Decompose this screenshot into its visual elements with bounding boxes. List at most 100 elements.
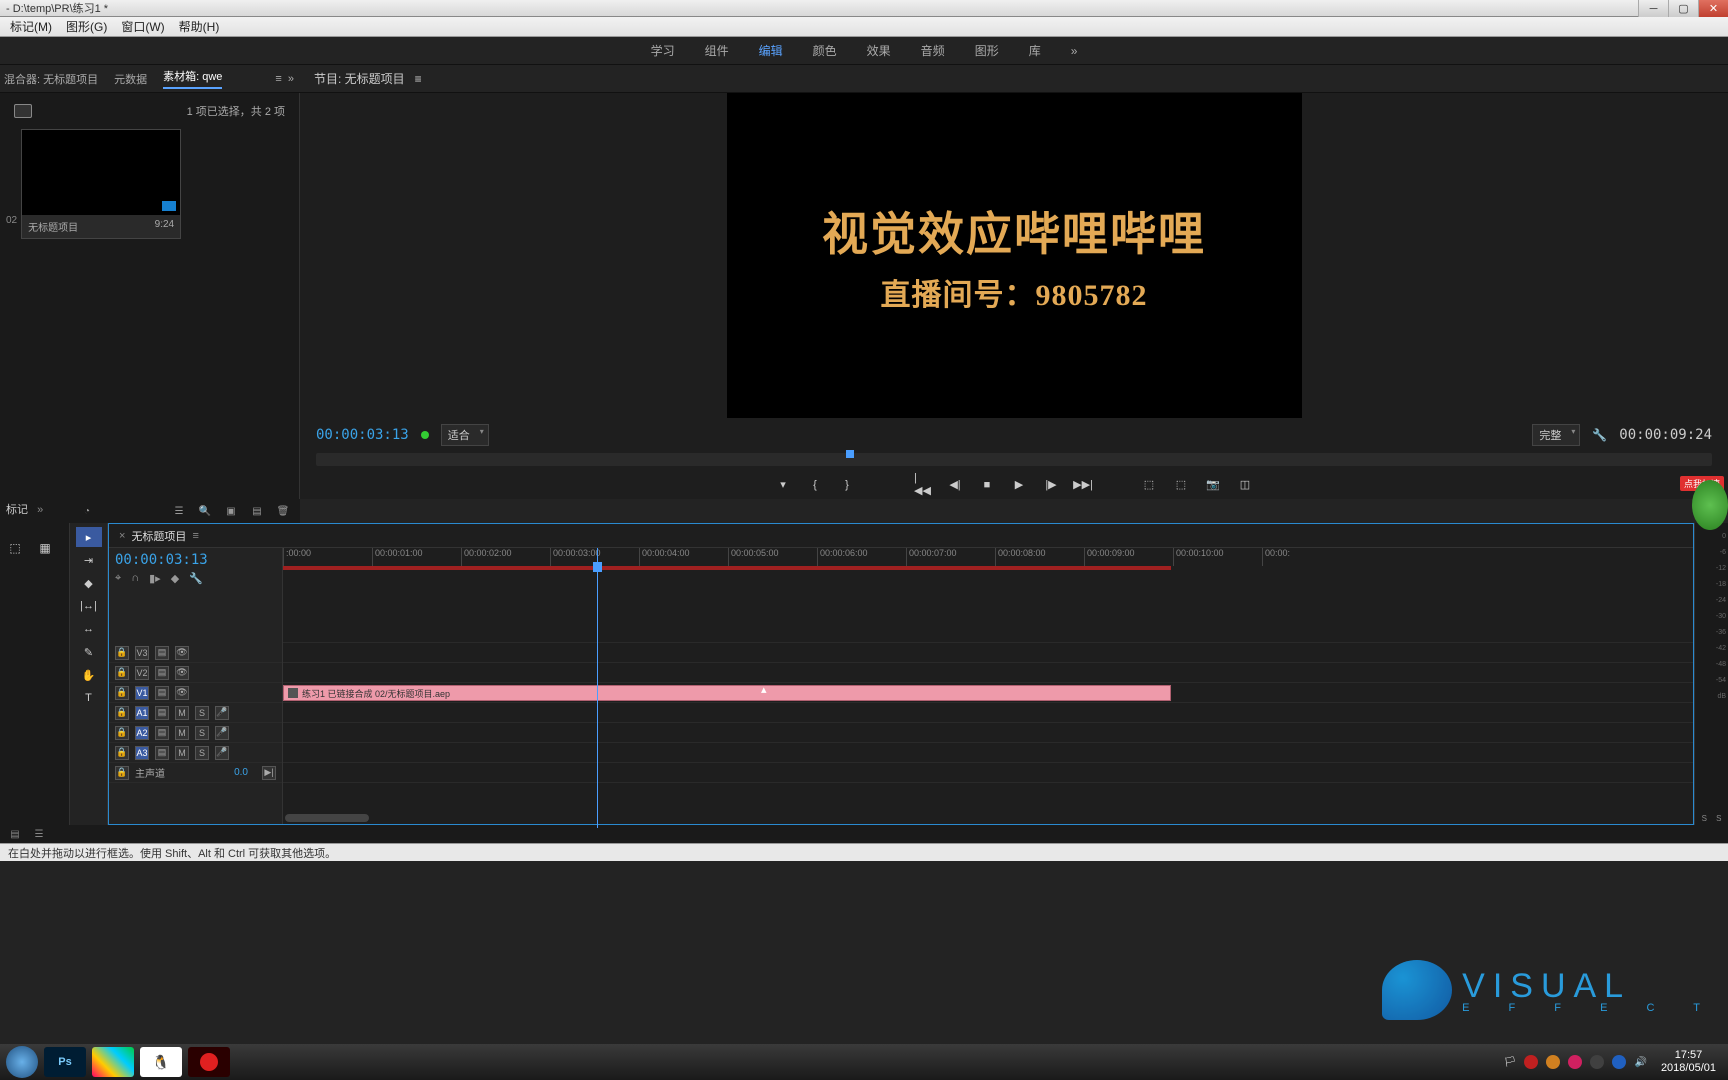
voiceover-icon[interactable]: 🎤 [215, 746, 229, 760]
sync-lock-icon[interactable]: ▤ [155, 706, 169, 720]
track-v3[interactable] [283, 643, 1693, 663]
toggle-output-icon[interactable]: 👁 [175, 646, 189, 660]
track-master[interactable] [283, 763, 1693, 783]
system-tray[interactable]: 🏳 🔊 17:57 2018/05/01 [1504, 1049, 1722, 1075]
tab-markers[interactable]: 标记 [6, 504, 28, 516]
ws-tab-graphics[interactable]: 图形 [975, 42, 999, 59]
track-v1[interactable]: 练习1 已链接合成 02/无标题项目.aep [283, 683, 1693, 703]
tab-audio-mixer[interactable]: 混合器: 无标题项目 [4, 71, 98, 87]
timeline-menu-icon[interactable]: ≡ [192, 530, 198, 542]
tray-flag-icon[interactable]: 🏳 [1504, 1057, 1517, 1068]
add-marker-icon[interactable]: ▮▸ [149, 572, 161, 585]
slip-tool[interactable]: ↔ [76, 619, 102, 639]
minimize-button[interactable]: ─ [1638, 0, 1668, 17]
quality-dropdown[interactable]: 完整 [1532, 424, 1580, 446]
tray-icon[interactable] [1568, 1055, 1582, 1069]
timeline-zoom-scrollbar[interactable] [285, 814, 369, 822]
search-icon[interactable]: 🔍 [198, 505, 212, 517]
razor-tool[interactable]: |↔| [76, 596, 102, 616]
solo-button[interactable]: S [195, 726, 209, 740]
lock-icon[interactable]: 🔒 [115, 766, 129, 780]
lift-button[interactable]: ⬚ [1140, 476, 1158, 494]
go-to-out-button[interactable]: ▶▶| [1074, 476, 1092, 494]
menu-help[interactable]: 帮助(H) [179, 18, 220, 35]
compare-button[interactable]: ◫ [1236, 476, 1254, 494]
track-target[interactable]: A1 [135, 706, 149, 720]
go-to-in-button[interactable]: |◀◀ [914, 476, 932, 494]
work-area-bar[interactable] [283, 566, 1171, 570]
lock-icon[interactable]: 🔒 [115, 666, 129, 680]
toggle-output-icon[interactable]: 👁 [175, 686, 189, 700]
panel-overflow-icon[interactable]: » [37, 504, 43, 516]
track-target[interactable]: V2 [135, 666, 149, 680]
export-frame-button[interactable]: 📷 [1204, 476, 1222, 494]
mark-in-button[interactable]: { [806, 476, 824, 494]
sync-lock-icon[interactable]: ▤ [155, 646, 169, 660]
ws-tab-audio[interactable]: 音频 [921, 42, 945, 59]
accelerate-badge-icon[interactable] [1692, 480, 1728, 530]
filter-icon[interactable]: ◔ [80, 505, 94, 517]
extract-button[interactable]: ⬚ [1172, 476, 1190, 494]
track-header-a1[interactable]: 🔒 A1 ▤ M S 🎤 [109, 703, 282, 723]
program-scrubber[interactable] [316, 453, 1712, 466]
master-value[interactable]: 0.0 [234, 767, 248, 778]
lock-icon[interactable]: 🔒 [115, 726, 129, 740]
menu-marker[interactable]: 标记(M) [10, 18, 52, 35]
taskbar-photoshop[interactable]: Ps [44, 1047, 86, 1077]
track-a2[interactable] [283, 723, 1693, 743]
start-button[interactable] [6, 1046, 38, 1078]
ws-tab-learn[interactable]: 学习 [651, 42, 675, 59]
scrub-playhead-icon[interactable] [846, 450, 854, 458]
tray-icon[interactable] [1590, 1055, 1604, 1069]
ws-overflow-icon[interactable]: » [1071, 44, 1078, 58]
sync-lock-icon[interactable]: ▤ [155, 666, 169, 680]
bin-thumbnail[interactable] [22, 130, 180, 215]
track-header-v3[interactable]: 🔒 V3 ▤ 👁 [109, 643, 282, 663]
stop-button[interactable]: ■ [978, 476, 996, 494]
ws-tab-libraries[interactable]: 库 [1029, 42, 1041, 59]
solo-left[interactable]: S [1702, 814, 1707, 823]
assembly-icon[interactable]: ⬚ [4, 537, 26, 559]
sync-lock-icon[interactable]: ▤ [155, 746, 169, 760]
new-item-icon[interactable]: ▤ [8, 828, 22, 840]
tab-program-monitor[interactable]: 节目: 无标题项目 [314, 70, 405, 87]
step-back-button[interactable]: ◀| [946, 476, 964, 494]
bin-item[interactable]: 无标题项目 9:24 [21, 129, 181, 239]
tab-bin[interactable]: 素材箱: qwe [163, 68, 222, 89]
track-target[interactable]: V1 [135, 686, 149, 700]
close-button[interactable]: ✕ [1698, 0, 1728, 17]
type-tool[interactable]: T [76, 688, 102, 708]
lock-icon[interactable]: 🔒 [115, 646, 129, 660]
tray-icon[interactable] [1546, 1055, 1560, 1069]
sync-lock-icon[interactable]: ▤ [155, 686, 169, 700]
tray-icon[interactable] [1524, 1055, 1538, 1069]
ws-tab-effects[interactable]: 效果 [867, 42, 891, 59]
tab-metadata[interactable]: 元数据 [114, 71, 147, 87]
list-view-icon[interactable]: ☰ [172, 505, 186, 517]
marker-icon[interactable]: ◆ [171, 572, 179, 585]
video-clip[interactable]: 练习1 已链接合成 02/无标题项目.aep [283, 685, 1171, 701]
taskbar-app-colorful[interactable] [92, 1047, 134, 1077]
track-target[interactable]: V3 [135, 646, 149, 660]
add-marker-button[interactable]: ▾ [774, 476, 792, 494]
tray-icon[interactable] [1612, 1055, 1626, 1069]
hand-tool[interactable]: ✋ [76, 665, 102, 685]
zoom-fit-dropdown[interactable]: 适合 [441, 424, 489, 446]
track-header-a3[interactable]: 🔒 A3 ▤ M S 🎤 [109, 743, 282, 763]
solo-button[interactable]: S [195, 706, 209, 720]
solo-right[interactable]: S [1716, 814, 1721, 823]
delete-icon[interactable]: 🗑 [276, 505, 290, 517]
program-timecode-in[interactable]: 00:00:03:13 [316, 427, 409, 443]
taskbar-recorder[interactable] [188, 1047, 230, 1077]
ripple-edit-tool[interactable]: ◆ [76, 573, 102, 593]
play-button[interactable]: ▶ [1010, 476, 1028, 494]
voiceover-icon[interactable]: 🎤 [215, 726, 229, 740]
new-item-icon[interactable]: ▤ [250, 505, 264, 517]
playhead-line[interactable] [597, 588, 598, 824]
maximize-button[interactable]: ▢ [1668, 0, 1698, 17]
solo-button[interactable]: S [195, 746, 209, 760]
pen-tool[interactable]: ✎ [76, 642, 102, 662]
snap-icon[interactable]: ⌖ [115, 572, 121, 585]
lock-icon[interactable]: 🔒 [115, 706, 129, 720]
lock-icon[interactable]: 🔒 [115, 746, 129, 760]
